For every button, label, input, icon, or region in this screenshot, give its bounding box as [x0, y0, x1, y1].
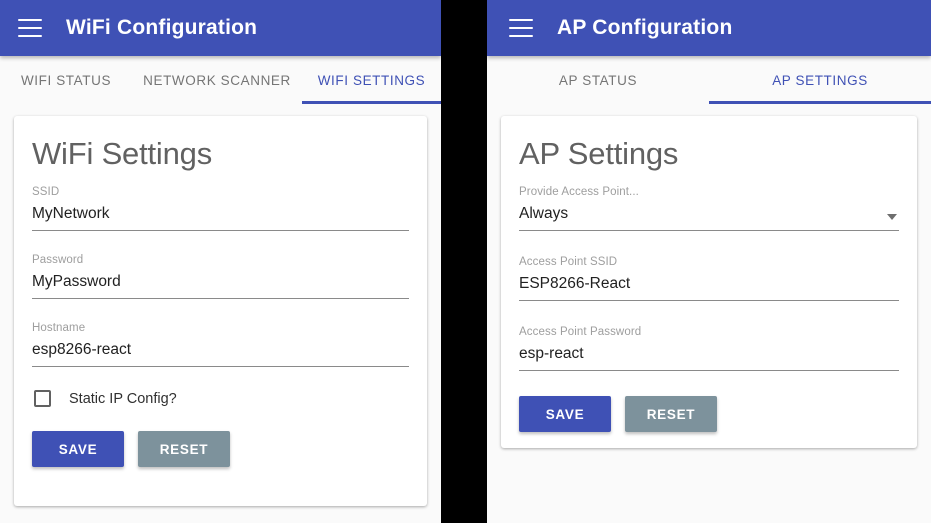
field-provide-access-point: Provide Access Point... [519, 186, 899, 231]
field-access-point-ssid: Access Point SSID [519, 256, 899, 301]
ap-configuration-panel: AP Configuration AP STATUS AP SETTINGS A… [487, 0, 931, 523]
access-point-password-input[interactable] [519, 345, 899, 371]
wifi-appbar-title: WiFi Configuration [66, 16, 258, 39]
tab-ap-settings-label: AP SETTINGS [772, 72, 868, 88]
field-access-point-password: Access Point Password [519, 326, 899, 371]
static-ip-config-row[interactable]: Static IP Config? [34, 390, 409, 407]
tab-network-scanner[interactable]: NETWORK SCANNER [132, 56, 302, 104]
wifi-tabbar: WIFI STATUS NETWORK SCANNER WIFI SETTING… [0, 56, 441, 104]
field-provide-access-point-label: Provide Access Point... [519, 186, 639, 198]
tab-ap-settings[interactable]: AP SETTINGS [709, 56, 931, 104]
ap-settings-card: AP Settings Provide Access Point... Acce… [501, 116, 917, 448]
hostname-input[interactable] [32, 341, 409, 367]
tab-wifi-status-label: WIFI STATUS [20, 72, 112, 88]
tab-ap-status[interactable]: AP STATUS [487, 56, 709, 104]
access-point-ssid-input[interactable] [519, 275, 899, 301]
ap-tabbar: AP STATUS AP SETTINGS [487, 56, 931, 104]
ap-settings-card-title: AP Settings [519, 136, 679, 171]
tab-wifi-settings-label: WIFI SETTINGS [317, 72, 426, 88]
static-ip-config-checkbox[interactable] [34, 390, 51, 407]
wifi-appbar: WiFi Configuration [0, 0, 441, 56]
password-input[interactable] [32, 273, 409, 299]
field-hostname-label: Hostname [32, 322, 86, 334]
tab-wifi-settings[interactable]: WIFI SETTINGS [302, 56, 441, 104]
ap-button-row: SAVE RESET [519, 396, 899, 432]
ap-appbar-title: AP Configuration [557, 16, 733, 39]
field-password: Password [32, 254, 409, 299]
ssid-input[interactable] [32, 205, 409, 231]
field-access-point-password-label: Access Point Password [519, 326, 642, 338]
field-ssid: SSID [32, 186, 409, 231]
wifi-settings-card-title: WiFi Settings [32, 136, 212, 171]
tab-wifi-status[interactable]: WIFI STATUS [0, 56, 132, 104]
static-ip-config-label: Static IP Config? [69, 390, 177, 407]
field-access-point-ssid-label: Access Point SSID [519, 256, 618, 268]
wifi-save-button[interactable]: SAVE [32, 431, 124, 467]
field-hostname: Hostname [32, 322, 409, 367]
ap-appbar: AP Configuration [487, 0, 931, 56]
wifi-reset-button[interactable]: RESET [138, 431, 230, 467]
field-password-label: Password [32, 254, 84, 266]
ap-content-area: AP Settings Provide Access Point... Acce… [487, 104, 931, 523]
wifi-button-row: SAVE RESET [32, 431, 409, 467]
ap-save-button[interactable]: SAVE [519, 396, 611, 432]
wifi-configuration-panel: WiFi Configuration WIFI STATUS NETWORK S… [0, 0, 441, 523]
ap-reset-button[interactable]: RESET [625, 396, 717, 432]
tab-network-scanner-label: NETWORK SCANNER [143, 72, 291, 88]
screenshot-root: WiFi Configuration WIFI STATUS NETWORK S… [0, 0, 931, 523]
hamburger-menu-icon[interactable] [509, 19, 533, 37]
wifi-settings-card: WiFi Settings SSID Password Hostname Sta… [14, 116, 427, 506]
wifi-content-area: WiFi Settings SSID Password Hostname Sta… [0, 104, 441, 523]
field-ssid-label: SSID [32, 186, 60, 198]
hamburger-menu-icon[interactable] [18, 19, 42, 37]
provide-access-point-select[interactable] [519, 205, 899, 231]
tab-ap-status-label: AP STATUS [558, 72, 638, 88]
